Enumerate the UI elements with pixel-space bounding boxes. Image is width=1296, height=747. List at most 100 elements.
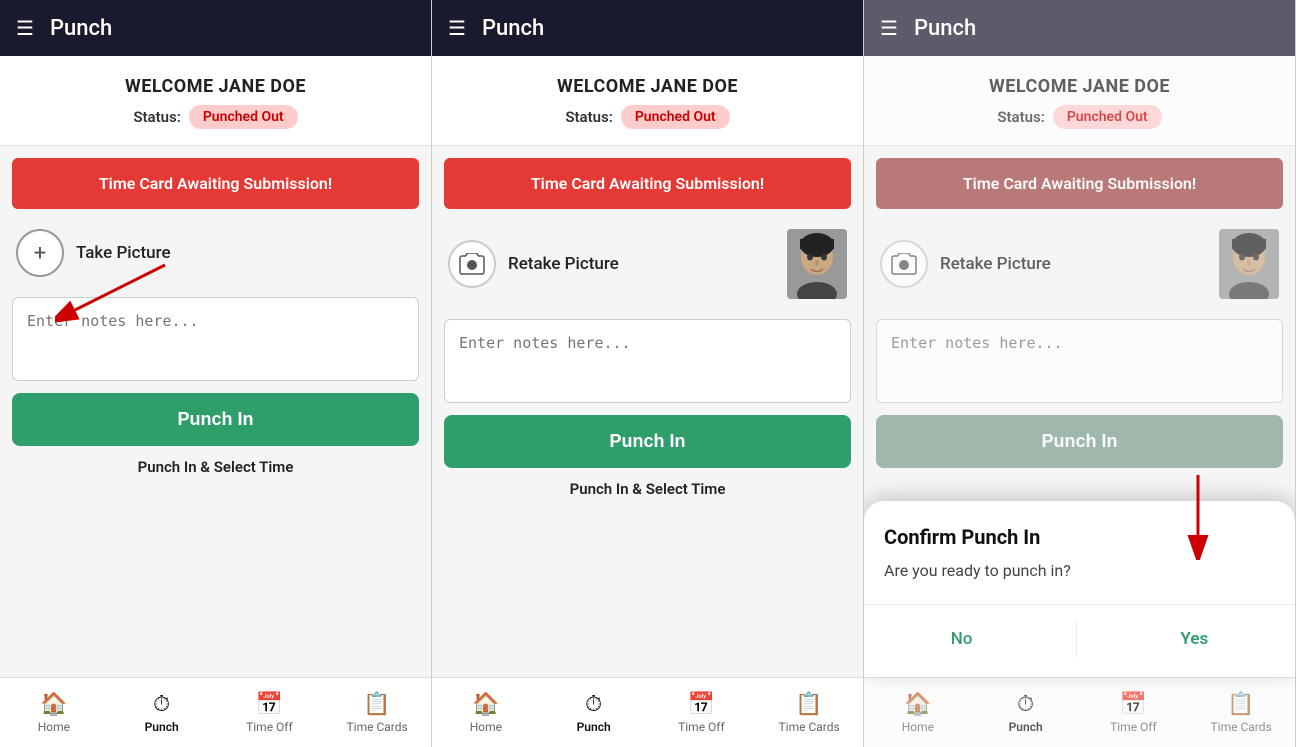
punch-in-button-1[interactable]: Punch In [12, 393, 419, 446]
camera-svg-3 [891, 253, 917, 275]
welcome-section-2: WELCOME JANE DOE Status: Punched Out [432, 56, 863, 146]
welcome-name-2: WELCOME JANE DOE [448, 76, 847, 97]
alert-banner-2[interactable]: Time Card Awaiting Submission! [444, 158, 851, 209]
status-row-2: Status: Punched Out [448, 105, 847, 129]
face-thumbnail-3 [1219, 229, 1279, 299]
app-title-3: Punch [914, 16, 976, 41]
notes-input-1[interactable] [12, 297, 419, 381]
face-svg-2 [787, 229, 847, 299]
take-picture-label-1: Take Picture [76, 243, 171, 263]
notes-input-3[interactable] [876, 319, 1283, 403]
retake-picture-button-3[interactable] [880, 240, 928, 288]
picture-action-2: Retake Picture [448, 240, 619, 288]
panel-2: ☰ Punch WELCOME JANE DOE Status: Punched… [432, 0, 864, 747]
confirm-text-3: Are you ready to punch in? [884, 561, 1275, 580]
confirm-buttons-3: No Yes [884, 621, 1275, 657]
nav-timecards-1[interactable]: 📋 Time Cards [323, 678, 431, 747]
timeoff-icon-1: 📅 [256, 692, 283, 717]
nav-timeoff-2[interactable]: 📅 Time Off [648, 678, 756, 747]
status-row-1: Status: Punched Out [16, 105, 415, 129]
home-label-3: Home [902, 720, 934, 734]
alert-banner-3[interactable]: Time Card Awaiting Submission! [876, 158, 1283, 209]
retake-picture-label-2: Retake Picture [508, 254, 619, 274]
status-badge-3: Punched Out [1053, 105, 1162, 129]
welcome-name-3: WELCOME JANE DOE [880, 76, 1279, 97]
punch-in-button-3[interactable]: Punch In [876, 415, 1283, 468]
timeoff-icon-3: 📅 [1120, 692, 1147, 717]
home-icon-3: 🏠 [904, 692, 931, 717]
header-2: ☰ Punch [432, 0, 863, 56]
timecards-label-1: Time Cards [347, 720, 408, 734]
camera-svg-2 [459, 253, 485, 275]
punch-label-3: Punch [1009, 720, 1043, 734]
punch-in-button-2[interactable]: Punch In [444, 415, 851, 468]
content-area-1: + Take Picture Punch In Punch In & Selec… [0, 221, 431, 677]
confirm-divider-3 [864, 604, 1295, 605]
welcome-name-1: WELCOME JANE DOE [16, 76, 415, 97]
punch-label-1: Punch [145, 720, 179, 734]
timeoff-label-3: Time Off [1110, 720, 1157, 734]
app-title-2: Punch [482, 16, 544, 41]
home-label-2: Home [470, 720, 502, 734]
timecards-label-2: Time Cards [779, 720, 840, 734]
panel-3: ☰ Punch WELCOME JANE DOE Status: Punched… [864, 0, 1296, 747]
nav-punch-1[interactable]: ⏱ Punch [108, 678, 216, 747]
take-picture-button-1[interactable]: + [16, 229, 64, 277]
welcome-section-3: WELCOME JANE DOE Status: Punched Out [864, 56, 1295, 146]
confirm-btn-divider-3 [1076, 621, 1077, 657]
nav-timecards-2[interactable]: 📋 Time Cards [755, 678, 863, 747]
face-thumbnail-2 [787, 229, 847, 299]
bottom-nav-3: 🏠 Home ⏱ Punch 📅 Time Off 📋 Time Cards [864, 677, 1295, 747]
timeoff-label-1: Time Off [246, 720, 293, 734]
menu-icon-3[interactable]: ☰ [880, 16, 898, 40]
confirm-dialog-3: Confirm Punch In Are you ready to punch … [864, 501, 1295, 677]
status-row-3: Status: Punched Out [880, 105, 1279, 129]
timecards-icon-1: 📋 [363, 692, 390, 717]
nav-timecards-3[interactable]: 📋 Time Cards [1187, 678, 1295, 747]
picture-row-2: Retake Picture [444, 221, 851, 307]
punch-select-time-1[interactable]: Punch In & Select Time [12, 458, 419, 484]
welcome-section-1: WELCOME JANE DOE Status: Punched Out [0, 56, 431, 146]
punch-icon-3: ⏱ [1017, 692, 1034, 717]
retake-picture-label-3: Retake Picture [940, 254, 1051, 274]
status-label-2: Status: [565, 108, 612, 126]
timecards-label-3: Time Cards [1211, 720, 1272, 734]
punch-select-time-2[interactable]: Punch In & Select Time [444, 480, 851, 506]
nav-timeoff-3[interactable]: 📅 Time Off [1080, 678, 1188, 747]
punch-icon-2: ⏱ [585, 692, 602, 717]
menu-icon-2[interactable]: ☰ [448, 16, 466, 40]
nav-punch-2[interactable]: ⏱ Punch [540, 678, 648, 747]
nav-home-1[interactable]: 🏠 Home [0, 678, 108, 747]
nav-timeoff-1[interactable]: 📅 Time Off [216, 678, 324, 747]
retake-picture-button-2[interactable] [448, 240, 496, 288]
punch-icon-1: ⏱ [153, 692, 170, 717]
punch-label-2: Punch [577, 720, 611, 734]
bottom-nav-2: 🏠 Home ⏱ Punch 📅 Time Off 📋 Time Cards [432, 677, 863, 747]
nav-home-2[interactable]: 🏠 Home [432, 678, 540, 747]
timecards-icon-3: 📋 [1227, 692, 1254, 717]
timeoff-label-2: Time Off [678, 720, 725, 734]
panel-1: ☰ Punch WELCOME JANE DOE Status: Punched… [0, 0, 432, 747]
header-3: ☰ Punch [864, 0, 1295, 56]
picture-action-1: + Take Picture [16, 229, 171, 277]
timecards-icon-2: 📋 [795, 692, 822, 717]
picture-row-1: + Take Picture [12, 221, 419, 285]
notes-input-2[interactable] [444, 319, 851, 403]
timeoff-icon-2: 📅 [688, 692, 715, 717]
home-label-1: Home [38, 720, 70, 734]
confirm-yes-button-3[interactable]: Yes [1150, 621, 1238, 657]
nav-home-3[interactable]: 🏠 Home [864, 678, 972, 747]
menu-icon-1[interactable]: ☰ [16, 16, 34, 40]
face-svg-3 [1219, 229, 1279, 299]
status-badge-2: Punched Out [621, 105, 730, 129]
app-title-1: Punch [50, 16, 112, 41]
header-1: ☰ Punch [0, 0, 431, 56]
confirm-title-3: Confirm Punch In [884, 525, 1275, 549]
picture-row-3: Retake Picture [876, 221, 1283, 307]
status-badge-1: Punched Out [189, 105, 298, 129]
nav-punch-3[interactable]: ⏱ Punch [972, 678, 1080, 747]
status-label-1: Status: [133, 108, 180, 126]
confirm-no-button-3[interactable]: No [921, 621, 1003, 657]
home-icon-2: 🏠 [472, 692, 499, 717]
alert-banner-1[interactable]: Time Card Awaiting Submission! [12, 158, 419, 209]
